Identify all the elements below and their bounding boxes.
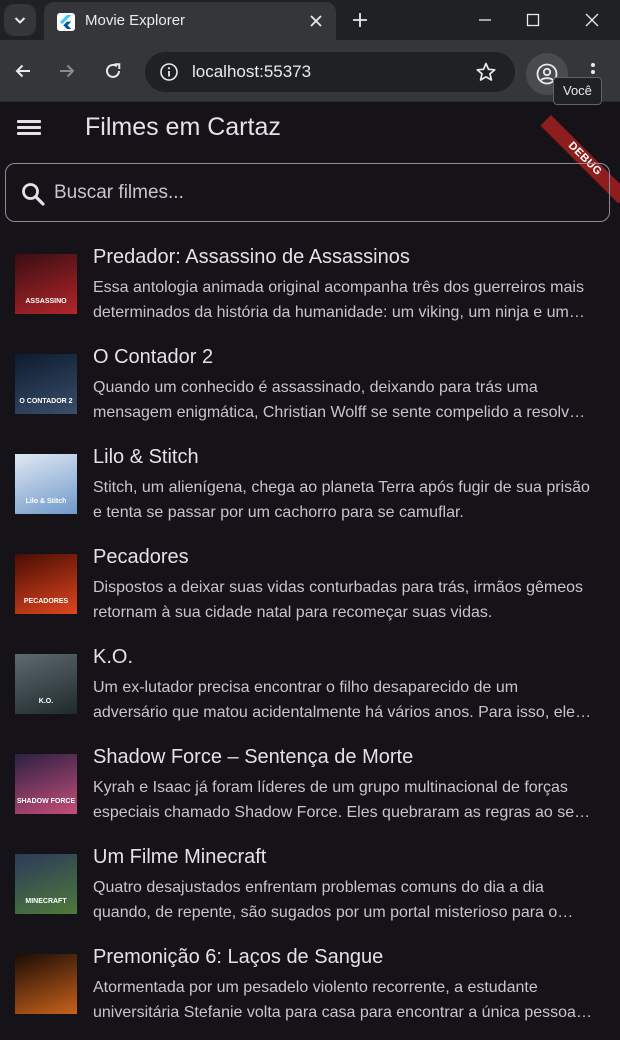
close-icon: [585, 13, 599, 27]
movie-list-item[interactable]: O CONTADOR 2 O Contador 2 Quando um conhec…: [0, 340, 620, 440]
movie-title: Shadow Force – Sentença de Morte: [93, 746, 414, 768]
info-icon[interactable]: [159, 62, 179, 82]
browser-toolbar: localhost:55373: [0, 40, 620, 102]
movie-title: O Contador 2: [93, 346, 214, 368]
movie-list-item[interactable]: SHADOW FORCE Shadow Force – Sentença de M…: [0, 740, 620, 840]
poster-caption: O CONTADOR 2: [19, 398, 73, 405]
minimize-icon: [479, 19, 491, 21]
poster-caption: K.O.: [38, 698, 54, 705]
movie-poster: O CONTADOR 2: [15, 354, 77, 414]
movie-list-item[interactable]: Lilo & Stitch Lilo & Stitch Stitch, um ali…: [0, 440, 620, 540]
reload-icon: [106, 63, 121, 78]
movie-poster: [15, 954, 77, 1014]
flutter-icon: [57, 13, 75, 31]
poster-caption: MINECRAFT: [25, 898, 67, 905]
poster-caption: Lilo & Stitch: [25, 498, 67, 505]
movie-title: Um Filme Minecraft: [93, 846, 267, 868]
movie-overview: Dispostos a deixar suas vidas conturbada…: [93, 579, 584, 621]
new-tab-button[interactable]: [348, 8, 372, 32]
arrow-left-icon: [15, 64, 30, 78]
movie-overview: Quando um conhecido é assassinado, deixa…: [93, 379, 584, 421]
movie-list-item[interactable]: ASSASSINO Predador: Assassino de Assassin…: [0, 240, 620, 340]
poster-caption: PECADORES: [23, 598, 69, 605]
movie-title: Predador: Assassino de Assassinos: [93, 246, 410, 268]
movie-poster: ASSASSINO: [15, 254, 77, 314]
maximize-button[interactable]: [521, 8, 545, 32]
reload-button[interactable]: [101, 59, 125, 83]
movie-poster: SHADOW FORCE: [15, 754, 77, 814]
movie-list: ASSASSINO Predador: Assassino de Assassin…: [0, 240, 620, 1040]
movie-poster: MINECRAFT: [15, 854, 77, 914]
browser-tab[interactable]: Movie Explorer: [44, 2, 336, 40]
movie-title: K.O.: [93, 646, 134, 668]
movie-overview: Atormentada por um pesadelo violento rec…: [93, 979, 576, 1021]
movie-overview: Kyrah e Isaac já foram líderes de um gru…: [93, 779, 575, 821]
movie-title: Premonição 6: Laços de Sangue: [93, 946, 384, 968]
arrow-right-icon: [60, 64, 75, 78]
search-icon: [22, 183, 45, 206]
minimize-button[interactable]: [473, 8, 497, 32]
menu-icon[interactable]: [16, 117, 42, 139]
browser-tab-strip: Movie Explorer: [0, 0, 620, 40]
chevron-down-icon: [14, 17, 26, 24]
page-title: Filmes em Cartaz: [85, 113, 281, 141]
movie-poster: PECADORES: [15, 554, 77, 614]
tab-search-button[interactable]: [4, 4, 36, 36]
close-window-button[interactable]: [580, 8, 604, 32]
forward-button[interactable]: [55, 59, 79, 83]
movie-list-item[interactable]: K.O. K.O. Um ex-lutador precisa encontrar …: [0, 640, 620, 740]
search-field[interactable]: [5, 163, 610, 222]
close-icon: [310, 15, 322, 27]
movie-overview: Quatro desajustados enfrentam problemas …: [93, 879, 558, 921]
movie-overview: Stitch, um alienígena, chega ao planeta …: [93, 479, 590, 521]
plus-icon: [353, 13, 367, 27]
movie-overview: Um ex-lutador precisa encontrar o filho …: [93, 679, 576, 721]
back-button[interactable]: [11, 59, 35, 83]
search-input[interactable]: [54, 178, 594, 208]
poster-caption: SHADOW FORCE: [16, 798, 76, 805]
profile-tooltip: Você: [553, 77, 602, 105]
star-icon[interactable]: [475, 61, 497, 83]
movie-title: Lilo & Stitch: [93, 446, 199, 468]
address-bar[interactable]: localhost:55373: [145, 52, 515, 92]
movie-list-item[interactable]: PECADORES Pecadores Dispostos a deixar sua…: [0, 540, 620, 640]
tab-close-button[interactable]: [306, 11, 326, 31]
movie-list-item[interactable]: Premonição 6: Laços de Sangue Atormentada…: [0, 940, 620, 1040]
maximize-icon: [526, 13, 540, 27]
tab-title: Movie Explorer: [85, 12, 186, 29]
url-text[interactable]: localhost:55373: [192, 62, 311, 82]
movie-title: Pecadores: [93, 546, 189, 568]
app-bar: Filmes em Cartaz: [0, 103, 620, 153]
movie-poster: Lilo & Stitch: [15, 454, 77, 514]
movie-poster: K.O.: [15, 654, 77, 714]
movie-overview: Essa antologia animada original acompanh…: [93, 279, 584, 321]
poster-caption: ASSASSINO: [25, 298, 67, 305]
movie-list-item[interactable]: MINECRAFT Um Filme Minecraft Quatro desaju…: [0, 840, 620, 940]
